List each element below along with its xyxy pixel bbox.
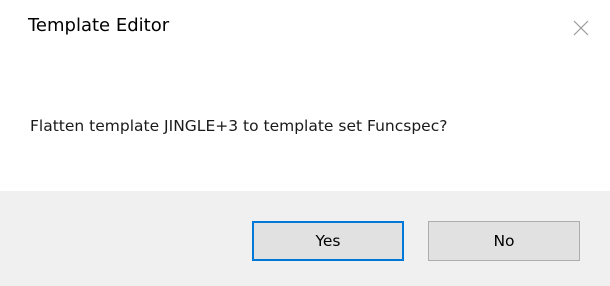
no-button[interactable]: No bbox=[428, 221, 580, 261]
template-editor-dialog: Template Editor Flatten template JINGLE+… bbox=[0, 0, 610, 286]
close-icon bbox=[565, 12, 597, 44]
confirmation-message: Flatten template JINGLE+3 to template se… bbox=[30, 117, 448, 135]
button-bar: Yes No bbox=[0, 191, 610, 286]
dialog-title: Template Editor bbox=[28, 15, 170, 36]
title-bar: Template Editor bbox=[0, 0, 610, 56]
yes-button[interactable]: Yes bbox=[252, 221, 404, 261]
close-button[interactable] bbox=[565, 12, 597, 44]
